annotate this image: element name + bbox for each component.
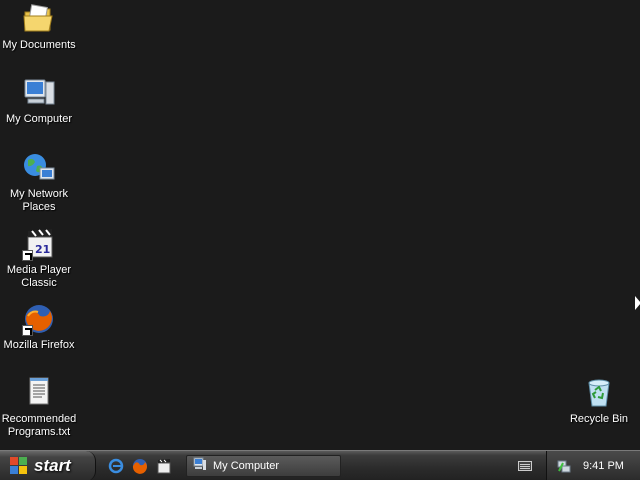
shortcut-arrow-icon	[22, 250, 33, 261]
taskbar: start My Computer 9:41 PM	[0, 450, 640, 480]
firefox-icon	[22, 302, 56, 336]
start-button[interactable]: start	[0, 450, 96, 480]
desktop-icon-my-documents[interactable]: My Documents	[0, 2, 78, 52]
media-player-icon: 21	[22, 227, 56, 261]
svg-text:21: 21	[35, 243, 50, 256]
taskbar-button-label: My Computer	[213, 459, 280, 472]
desktop-icon-label: Recommended Programs.txt	[1, 413, 77, 438]
media-player-icon[interactable]	[156, 458, 172, 474]
desktop-icon-recommended-programs[interactable]: Recommended Programs.txt	[0, 376, 78, 439]
desktop-icon-my-network-places[interactable]: My Network Places	[0, 151, 78, 214]
system-tray: 9:41 PM	[546, 450, 640, 480]
desktop-icon-media-player-classic[interactable]: 21 Media Player Classic	[0, 227, 78, 290]
computer-icon	[22, 76, 56, 110]
clock[interactable]: 9:41 PM	[583, 460, 624, 472]
desktop-icon-recycle-bin[interactable]: Recycle Bin	[560, 376, 638, 426]
network-tray-icon[interactable]	[557, 459, 571, 473]
desktop-icon-label: My Computer	[5, 113, 73, 125]
desktop-icon-label: My Documents	[2, 39, 76, 51]
desktop-icon-label: Mozilla Firefox	[3, 339, 75, 351]
desktop-icon-mozilla-firefox[interactable]: Mozilla Firefox	[0, 302, 78, 352]
folder-documents-icon	[22, 2, 56, 36]
mouse-cursor-icon	[635, 296, 640, 310]
recycle-bin-icon	[582, 376, 616, 410]
desktop-icon-label: Media Player Classic	[6, 264, 72, 289]
internet-explorer-icon[interactable]	[108, 458, 124, 474]
desktop-icon-label: Recycle Bin	[569, 413, 629, 425]
quick-launch	[108, 451, 172, 480]
desktop-icon-label: My Network Places	[9, 188, 69, 213]
firefox-icon[interactable]	[132, 458, 148, 474]
desktop-icon-my-computer[interactable]: My Computer	[0, 76, 78, 126]
desktop: My Documents My Computer My Network Plac…	[0, 0, 640, 450]
text-file-icon	[22, 376, 56, 410]
computer-icon	[193, 457, 207, 474]
windows-logo-icon	[10, 456, 28, 475]
start-label: start	[34, 455, 71, 475]
keyboard-icon[interactable]	[518, 460, 532, 471]
network-globe-icon	[22, 151, 56, 185]
taskbar-button-my-computer[interactable]: My Computer	[186, 454, 341, 477]
shortcut-arrow-icon	[22, 325, 33, 336]
